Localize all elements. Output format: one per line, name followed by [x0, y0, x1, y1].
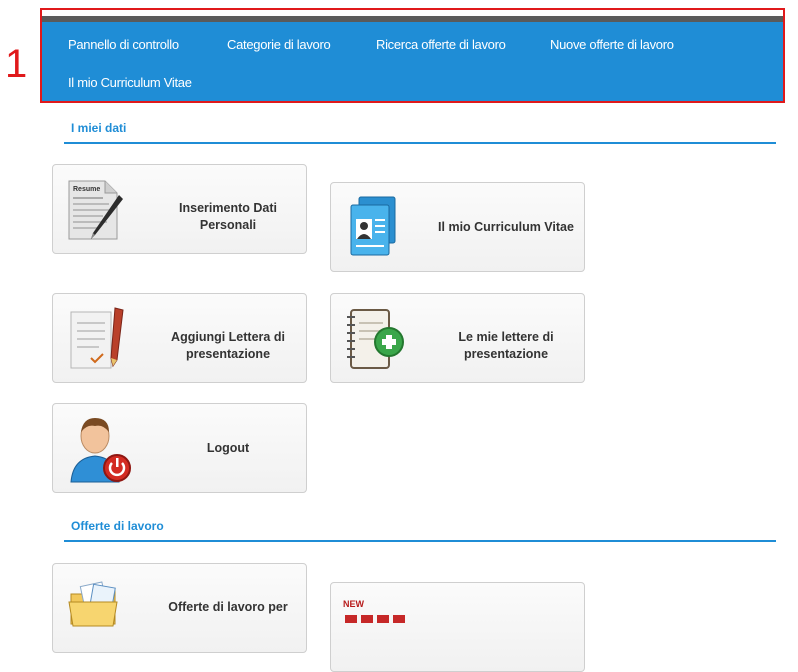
tile-my-cover-letters-label: Le mie lettere di presentazione: [458, 330, 554, 361]
section-divider: [64, 142, 776, 144]
tile-personal-data-label: Inserimento Dati Personali: [179, 201, 277, 232]
nav-item-new-offers[interactable]: Nuove offerte di lavoro: [550, 37, 674, 52]
tile-my-cv[interactable]: Il mio Curriculum Vitae: [330, 182, 585, 272]
svg-text:Resume: Resume: [73, 186, 100, 193]
new-jobs-badge-label: NEW: [343, 599, 364, 609]
annotation-number: 1: [5, 42, 28, 86]
section-title-job-offers: Offerte di lavoro: [71, 519, 164, 533]
new-jobs-icon: [345, 615, 405, 623]
nav-item-search-offers[interactable]: Ricerca offerte di lavoro: [376, 37, 506, 52]
letter-pen-icon: [70, 307, 124, 369]
tile-add-cover-letter[interactable]: Aggiungi Lettera di presentazione: [52, 293, 307, 383]
nav-item-job-categories[interactable]: Categorie di lavoro: [227, 37, 331, 52]
tile-new-jobs[interactable]: NEW: [330, 582, 585, 672]
main-navbar: Pannello di controllo Categorie di lavor…: [42, 22, 784, 102]
cv-document-icon: [350, 196, 396, 256]
folder-documents-icon: [68, 581, 118, 627]
tile-job-offers-for-label: Offerte di lavoro per: [168, 600, 288, 614]
section-title-my-data: I miei dati: [71, 121, 127, 135]
user-power-icon: [70, 418, 131, 483]
nav-item-dashboard[interactable]: Pannello di controllo: [68, 37, 179, 52]
tile-my-cover-letters[interactable]: Le mie lettere di presentazione: [330, 293, 585, 383]
notebook-add-icon: [347, 309, 404, 369]
tile-logout-label: Logout: [206, 441, 250, 455]
resume-pen-icon: Resume: [68, 180, 123, 240]
nav-item-my-cv[interactable]: Il mio Curriculum Vitae: [68, 75, 192, 90]
tile-personal-data[interactable]: Resume Inserimento Dati Personali: [52, 164, 307, 254]
tile-logout[interactable]: Logout: [52, 403, 307, 493]
section-divider: [64, 540, 776, 542]
tile-add-cover-letter-label: Aggiungi Lettera di presentazione: [171, 330, 285, 361]
tile-job-offers-for[interactable]: Offerte di lavoro per: [52, 563, 307, 653]
tile-my-cv-label: Il mio Curriculum Vitae: [438, 220, 574, 234]
